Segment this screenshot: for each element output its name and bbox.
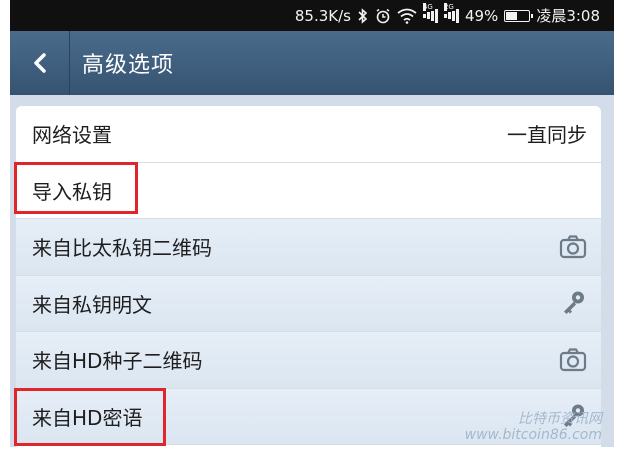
import-from-plaintext-row[interactable]: 来自私钥明文: [16, 275, 601, 332]
watermark-url: www.bitcoin86.com: [464, 427, 602, 443]
key-icon: [559, 289, 587, 317]
battery-percent: 49%: [464, 6, 499, 25]
back-button[interactable]: [10, 31, 70, 95]
signal-1-label: 4G: [422, 2, 433, 11]
cell-signal-2-icon: 2G: [443, 2, 459, 23]
camera-icon: [559, 346, 587, 374]
import-from-hd-seed-qr-label: 来自HD种子二维码: [32, 349, 203, 374]
wifi-icon: [397, 8, 417, 24]
page-title: 高级选项: [82, 53, 175, 78]
camera-icon: [559, 233, 587, 261]
watermark: 比特币资讯网 www.bitcoin86.com: [465, 411, 602, 443]
alarm-icon: [375, 8, 391, 24]
battery-icon: [504, 9, 534, 22]
import-from-plaintext-label: 来自私钥明文: [32, 292, 152, 317]
network-speed: 85.3K/s: [294, 6, 351, 25]
import-from-hd-seed-qr-row[interactable]: 来自HD种子二维码: [16, 332, 601, 389]
import-from-qr-label: 来自比太私钥二维码: [32, 236, 212, 261]
network-settings-row[interactable]: 网络设置 一直同步: [16, 106, 601, 163]
chevron-left-icon: [33, 53, 46, 73]
battery-fill: [506, 11, 518, 20]
bluetooth-icon: [357, 7, 369, 24]
import-private-key-header: 导入私钥: [16, 162, 601, 219]
app-header: 高级选项: [10, 31, 614, 95]
status-bar: 85.3K/s 4G 2G 49% 凌晨3:08: [10, 0, 614, 31]
phone-screen: 85.3K/s 4G 2G 49% 凌晨3:08 高级选项 网络设置 一直同步 …: [10, 0, 614, 447]
settings-list: 网络设置 一直同步 导入私钥 来自比太私钥二维码 来自私钥明文 来自HD种子二维…: [16, 106, 601, 447]
import-private-key-label: 导入私钥: [32, 179, 112, 204]
import-from-qr-row[interactable]: 来自比太私钥二维码: [16, 219, 601, 276]
network-settings-value: 一直同步: [507, 123, 587, 148]
clock: 凌晨3:08: [536, 7, 600, 25]
network-settings-label: 网络设置: [32, 123, 112, 148]
cell-signal-1-icon: 4G: [422, 2, 438, 23]
watermark-title: 比特币资讯网: [518, 411, 602, 427]
signal-2-label: 2G: [443, 2, 454, 11]
